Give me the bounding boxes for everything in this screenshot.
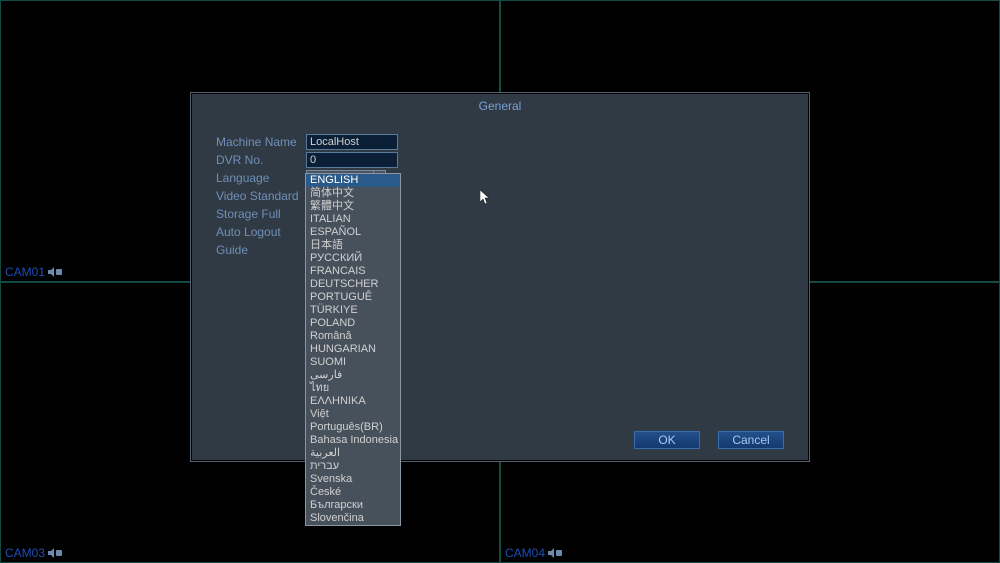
label-storage-full: Storage Full [216,207,306,221]
machine-name-field[interactable]: LocalHost [306,134,398,150]
language-option[interactable]: ENGLISH [306,174,400,187]
ok-button[interactable]: OK [634,431,700,449]
language-option[interactable]: SUOMI [306,356,400,369]
camera-label-4: CAM04 [505,546,562,560]
language-option[interactable]: Slovenčina [306,512,400,525]
audio-icon [48,548,62,558]
language-option[interactable]: HUNGARIAN [306,343,400,356]
label-machine-name: Machine Name [216,135,306,149]
label-guide: Guide [216,243,306,257]
dialog-buttons: OK Cancel [634,431,784,449]
language-option[interactable]: 日本語 [306,239,400,252]
language-option[interactable]: فارسی [306,369,400,382]
language-option[interactable]: 繁體中文 [306,200,400,213]
camera-label-1: CAM01 [5,265,62,279]
language-option[interactable]: ΕΛΛΗΝΙΚΑ [306,395,400,408]
camera-name-4: CAM04 [505,546,545,560]
general-settings-dialog: General Machine Name LocalHost DVR No. 0… [190,92,810,462]
language-option[interactable]: Svenska [306,473,400,486]
dvr-no-field[interactable]: 0 [306,152,398,168]
language-option[interactable]: РУССКИЙ [306,252,400,265]
cancel-button[interactable]: Cancel [718,431,784,449]
language-option[interactable]: FRANCAIS [306,265,400,278]
language-option[interactable]: POLAND [306,317,400,330]
language-option[interactable]: České [306,486,400,499]
camera-name-3: CAM03 [5,546,45,560]
camera-label-3: CAM03 [5,546,62,560]
language-option[interactable]: Română [306,330,400,343]
language-option[interactable]: Български [306,499,400,512]
camera-name-1: CAM01 [5,265,45,279]
language-option[interactable]: PORTUGUÊ [306,291,400,304]
language-option[interactable]: العربية [306,447,400,460]
language-option[interactable]: ไทย [306,382,400,395]
label-dvr-no: DVR No. [216,153,306,167]
language-option[interactable]: Bahasa Indonesia [306,434,400,447]
language-option[interactable]: Việt [306,408,400,421]
language-option[interactable]: Português(BR) [306,421,400,434]
label-video-standard: Video Standard [216,189,306,203]
language-option[interactable]: TÜRKIYE [306,304,400,317]
language-dropdown[interactable]: ENGLISH简体中文繁體中文ITALIANESPAÑOL日本語РУССКИЙF… [305,173,401,526]
label-auto-logout: Auto Logout [216,225,306,239]
label-language: Language [216,171,306,185]
language-option[interactable]: 简体中文 [306,187,400,200]
audio-icon [48,267,62,277]
language-option[interactable]: ESPAÑOL [306,226,400,239]
language-option[interactable]: DEUTSCHER [306,278,400,291]
audio-icon [548,548,562,558]
language-option[interactable]: עברית [306,460,400,473]
dialog-title: General [191,99,809,113]
language-option[interactable]: ITALIAN [306,213,400,226]
